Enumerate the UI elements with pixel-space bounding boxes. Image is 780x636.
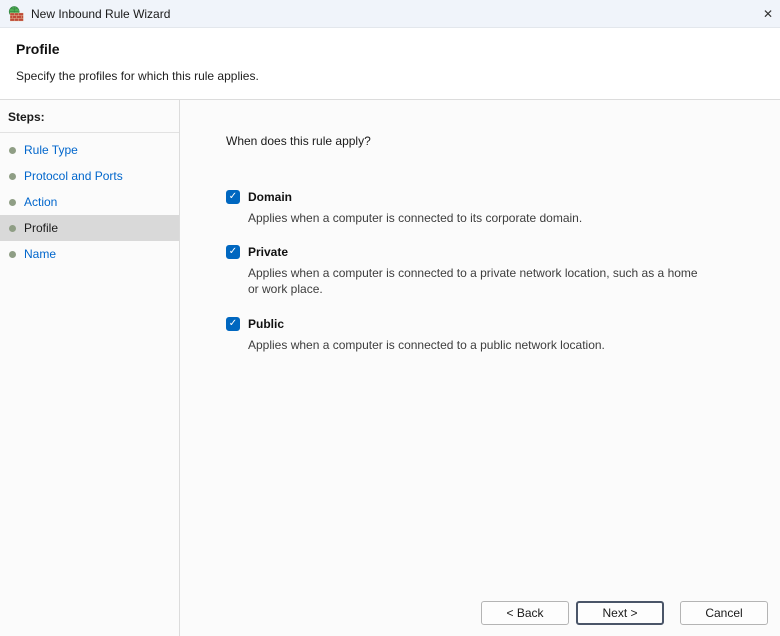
back-button[interactable]: < Back <box>481 601 569 625</box>
close-button[interactable]: ✕ <box>756 0 780 28</box>
step-bullet-icon <box>9 224 16 232</box>
wizard-footer: < Back Next > Cancel <box>481 601 768 625</box>
question-text: When does this rule apply? <box>226 134 371 148</box>
page-header: Profile Specify the profiles for which t… <box>0 28 780 100</box>
wizard-window: New Inbound Rule Wizard ✕ Profile Specif… <box>0 0 780 636</box>
window-title: New Inbound Rule Wizard <box>31 6 171 21</box>
firewall-icon <box>8 5 24 22</box>
page-subtitle: Specify the profiles for which this rule… <box>16 69 259 83</box>
step-label: Rule Type <box>24 143 78 157</box>
sidebar-item-profile[interactable]: Profile <box>0 215 179 241</box>
public-description: Applies when a computer is connected to … <box>248 337 605 352</box>
sidebar-item-action[interactable]: Action <box>0 189 179 215</box>
steps-sidebar: Steps: Rule Type Protocol and Ports Acti… <box>0 100 180 636</box>
step-bullet-icon <box>9 146 16 154</box>
step-label: Profile <box>24 221 59 235</box>
page-title: Profile <box>16 41 60 57</box>
profile-step-content: When does this rule apply? ✓ Domain Appl… <box>180 100 780 636</box>
wizard-body: Steps: Rule Type Protocol and Ports Acti… <box>0 100 780 636</box>
next-button[interactable]: Next > <box>576 601 664 625</box>
private-description: Applies when a computer is connected to … <box>248 266 698 297</box>
private-option: ✓ Private Applies when a computer is con… <box>226 245 780 297</box>
private-label[interactable]: Private <box>248 245 288 259</box>
step-label: Name <box>24 247 57 261</box>
domain-description: Applies when a computer is connected to … <box>248 211 583 225</box>
steps-heading: Steps: <box>0 108 179 133</box>
step-bullet-icon <box>9 172 16 180</box>
step-bullet-icon <box>9 198 16 206</box>
cancel-button[interactable]: Cancel <box>680 601 768 625</box>
domain-option: ✓ Domain Applies when a computer is conn… <box>226 190 780 226</box>
step-label: Protocol and Ports <box>24 169 123 183</box>
public-label[interactable]: Public <box>248 317 284 331</box>
step-bullet-icon <box>9 250 16 258</box>
private-checkbox[interactable]: ✓ <box>226 245 240 260</box>
domain-label[interactable]: Domain <box>248 190 292 204</box>
sidebar-item-rule-type[interactable]: Rule Type <box>0 137 179 163</box>
public-checkbox[interactable]: ✓ <box>226 316 240 331</box>
steps-list: Rule Type Protocol and Ports Action Prof… <box>0 137 179 267</box>
title-bar: New Inbound Rule Wizard ✕ <box>0 0 780 28</box>
sidebar-item-protocol-and-ports[interactable]: Protocol and Ports <box>0 163 179 189</box>
step-label: Action <box>24 195 58 209</box>
sidebar-item-name[interactable]: Name <box>0 241 179 267</box>
domain-checkbox[interactable]: ✓ <box>226 190 240 204</box>
public-option: ✓ Public Applies when a computer is conn… <box>226 316 780 353</box>
